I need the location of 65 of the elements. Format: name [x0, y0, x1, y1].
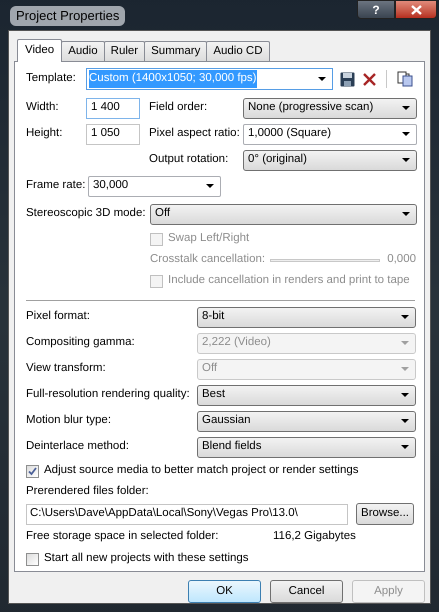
dialog-button[interactable]: OK — [188, 580, 261, 603]
window-title: Project Properties — [10, 6, 126, 26]
dropdown[interactable]: None (progressive scan) — [243, 98, 417, 118]
dropdown[interactable]: Gaussian — [197, 410, 416, 432]
dropdown[interactable]: 30,000 — [88, 176, 221, 196]
field-label: Stereoscopic 3D mode: — [26, 206, 147, 222]
slider-reading: 0,000 — [387, 252, 417, 268]
tab[interactable]: Ruler — [104, 41, 146, 61]
copy-icon[interactable] — [397, 71, 413, 87]
tab[interactable]: Audio — [61, 41, 105, 61]
field-label: Full-resolution rendering quality: — [26, 387, 191, 402]
field-label: Output rotation: — [149, 152, 230, 168]
checkbox-label: Swap Left/Right — [168, 231, 250, 246]
dropdown-arrow-icon — [206, 184, 214, 188]
tab[interactable]: Audio CD — [206, 41, 270, 61]
field-label: Motion blur type: — [26, 413, 112, 428]
dropdown[interactable]: 0° (original) — [243, 150, 417, 170]
save-icon[interactable] — [340, 72, 355, 86]
dropdown-arrow-icon — [401, 393, 409, 397]
dropdown[interactable]: Blend fields — [197, 436, 416, 458]
dropdown-arrow-icon — [402, 106, 410, 110]
field-label: Free storage space in selected folder: — [26, 529, 220, 544]
close-icon — [410, 4, 422, 14]
checkbox[interactable] — [26, 464, 39, 478]
field-label: View transform: — [26, 361, 107, 376]
field-label: Crosstalk cancellation: — [150, 252, 266, 268]
number-field[interactable]: 1 400 — [86, 98, 140, 118]
dropdown-arrow-icon — [402, 212, 410, 216]
dropdown-arrow-icon — [402, 158, 410, 162]
number-field[interactable]: 1 050 — [86, 124, 140, 144]
field-label: Field order: — [149, 100, 208, 116]
checkbox[interactable] — [26, 552, 39, 566]
field-label: Template: — [26, 71, 77, 86]
dialog-button[interactable]: Cancel — [270, 580, 343, 603]
folder-path-field[interactable]: C:\Users\Dave\AppData\Local\Sony\Vegas Pro\13.0\ — [26, 504, 348, 524]
dropdown-arrow-icon — [318, 77, 326, 81]
field-label: Pixel format: — [26, 309, 91, 324]
tab[interactable]: Summary — [144, 41, 208, 61]
field-label: Height: — [26, 126, 64, 142]
dropdown-arrow-icon — [401, 367, 409, 371]
field-label: Deinterlace method: — [26, 439, 130, 454]
field-label: Width: — [26, 100, 60, 116]
dropdown[interactable]: 8-bit — [197, 306, 416, 328]
field-label: Compositing gamma: — [26, 335, 136, 350]
dropdown[interactable]: Best — [197, 384, 416, 406]
dropdown-arrow-icon — [402, 132, 410, 136]
dropdown-arrow-icon — [401, 445, 409, 449]
tab[interactable]: Video — [17, 39, 62, 62]
delete-icon[interactable] — [363, 72, 376, 86]
storage-value: 116,2 Gigabytes — [273, 529, 356, 544]
dropdown-arrow-icon — [401, 419, 409, 423]
checkbox-label: Adjust source media to better match project or render settings — [44, 463, 358, 478]
field-label: Prerendered files folder: — [26, 484, 149, 500]
dropdown[interactable]: Off — [150, 204, 417, 224]
field-label: Frame rate: — [26, 178, 86, 194]
help-button[interactable]: ? — [357, 0, 395, 19]
dropdown[interactable]: 1,0000 (Square) — [243, 124, 417, 144]
dropdown-arrow-icon — [401, 315, 409, 319]
checkbox-label: Start all new projects with these settings — [44, 551, 249, 566]
field-label: Pixel aspect ratio: — [149, 126, 241, 142]
dropdown-arrow-icon — [401, 341, 409, 345]
browse-button[interactable]: Browse... — [356, 503, 414, 525]
checkmark-icon — [28, 466, 37, 476]
checkbox-label: Include cancellation in renders and print to tape — [168, 273, 410, 288]
close-button[interactable] — [395, 0, 437, 19]
